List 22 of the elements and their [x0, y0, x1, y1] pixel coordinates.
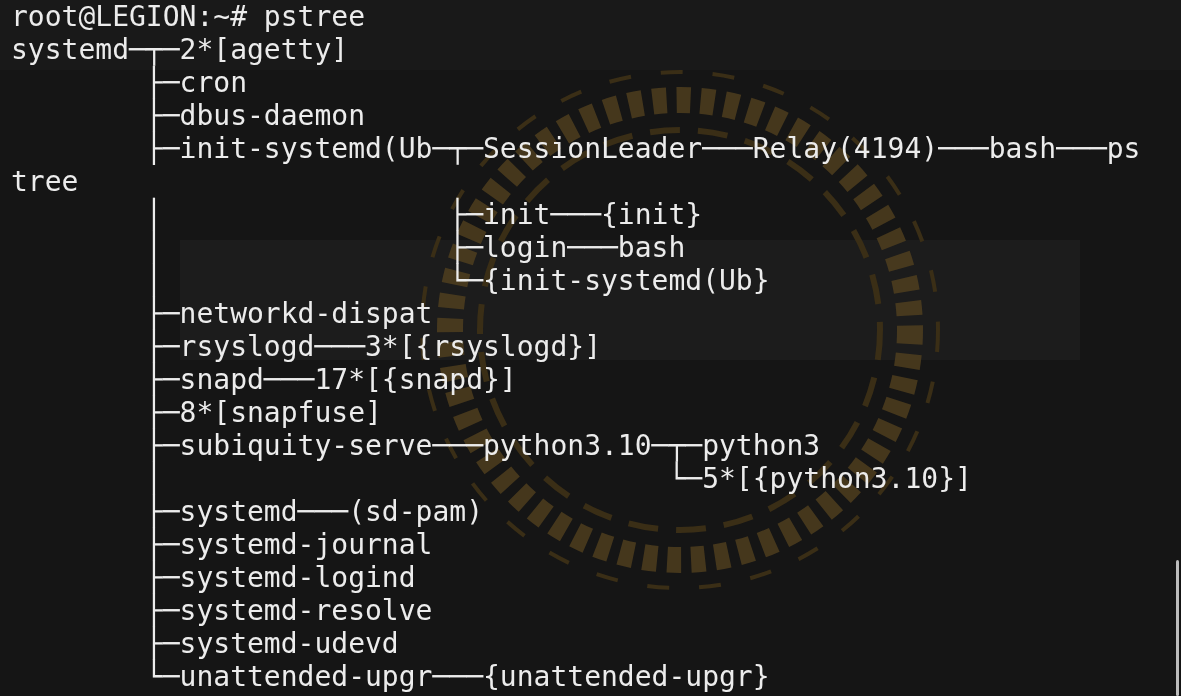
- terminal-line: ├─cron: [145, 66, 247, 99]
- terminal-line: root@LEGION:~# pstree: [11, 0, 365, 33]
- terminal-line: │ └─{init-systemd(Ub}: [144, 264, 770, 297]
- terminal-line: │ └─5*[{python3.10}]: [144, 462, 972, 495]
- terminal-line: ├─systemd-logind: [144, 561, 416, 594]
- scrollbar[interactable]: [1176, 560, 1179, 696]
- terminal-line: systemd─┬─2*[agetty]: [11, 33, 349, 66]
- terminal-line: tree: [11, 165, 79, 198]
- terminal-line: ├─networkd-dispat: [144, 297, 433, 330]
- terminal-line: ├─snapd───17*[{snapd}]: [144, 363, 517, 396]
- terminal-line: └─unattended-upgr───{unattended-upgr}: [144, 660, 770, 693]
- terminal-line: ├─systemd───(sd-pam): [144, 495, 483, 528]
- terminal-line: │ ├─init───{init}: [144, 198, 703, 231]
- terminal-line: ├─subiquity-serve───python3.10─┬─python3: [144, 429, 821, 462]
- terminal-line: ├─systemd-udevd: [144, 627, 399, 660]
- terminal-line: ├─dbus-daemon: [144, 99, 365, 132]
- terminal-line: ├─rsyslogd───3*[{rsyslogd}]: [144, 330, 601, 363]
- terminal-line: ├─init-systemd(Ub─┬─SessionLeader───Relay(4194)───bash───ps: [144, 132, 1141, 165]
- terminal-line: │ ├─login───bash: [144, 231, 686, 264]
- terminal-line: ├─8*[snapfuse]: [144, 396, 382, 429]
- terminal-line: ├─systemd-journal: [144, 528, 433, 561]
- terminal-line: ├─systemd-resolve: [144, 594, 433, 627]
